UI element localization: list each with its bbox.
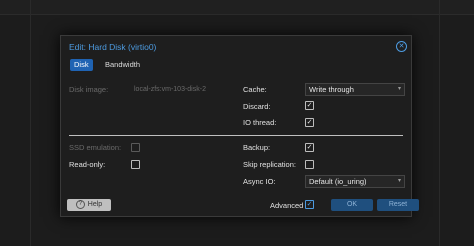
- tab-bandwidth[interactable]: Bandwidth: [101, 59, 144, 71]
- skip-replication-checkbox[interactable]: [305, 160, 314, 169]
- discard-label: Discard:: [243, 102, 271, 111]
- read-only-checkbox[interactable]: [131, 160, 140, 169]
- async-io-select-value: Default (io_uring): [309, 177, 367, 186]
- help-button-label: Help: [87, 201, 103, 208]
- discard-checkbox[interactable]: ✓: [305, 101, 314, 110]
- section-divider: [69, 135, 403, 136]
- cache-select[interactable]: Write through ▾: [305, 83, 405, 96]
- chevron-down-icon: ▾: [397, 178, 401, 184]
- background-divider: [30, 0, 31, 246]
- advanced-checkbox[interactable]: ✓: [305, 200, 314, 209]
- chevron-down-icon: ▾: [397, 86, 401, 92]
- edit-hard-disk-dialog: Edit: Hard Disk (virtio0) ✕ Disk Bandwid…: [60, 35, 419, 217]
- ssd-emulation-checkbox[interactable]: [131, 143, 140, 152]
- help-button[interactable]: ? Help: [67, 199, 111, 211]
- tab-disk[interactable]: Disk: [70, 59, 93, 71]
- close-icon[interactable]: ✕: [396, 41, 407, 52]
- advanced-label: Advanced: [270, 201, 304, 210]
- io-thread-checkbox[interactable]: ✓: [305, 118, 314, 127]
- backup-label: Backup:: [243, 143, 271, 152]
- help-icon: ?: [75, 199, 85, 209]
- cache-label: Cache:: [243, 85, 267, 94]
- async-io-select[interactable]: Default (io_uring) ▾: [305, 175, 405, 188]
- io-thread-label: IO thread:: [243, 118, 277, 127]
- background-toolbar: [0, 0, 474, 15]
- skip-replication-label: Skip replication:: [243, 160, 296, 169]
- disk-image-label: Disk image:: [69, 85, 109, 94]
- cache-select-value: Write through: [309, 85, 354, 94]
- read-only-label: Read-only:: [69, 160, 106, 169]
- disk-image-value: local-zfs:vm-103-disk-2: [134, 86, 206, 93]
- background-divider: [439, 0, 440, 246]
- reset-button[interactable]: Reset: [377, 199, 419, 211]
- ok-button[interactable]: OK: [331, 199, 373, 211]
- async-io-label: Async IO:: [243, 177, 276, 186]
- dialog-title: Edit: Hard Disk (virtio0): [69, 42, 157, 52]
- backup-checkbox[interactable]: ✓: [305, 143, 314, 152]
- ssd-emulation-label: SSD emulation:: [69, 143, 122, 152]
